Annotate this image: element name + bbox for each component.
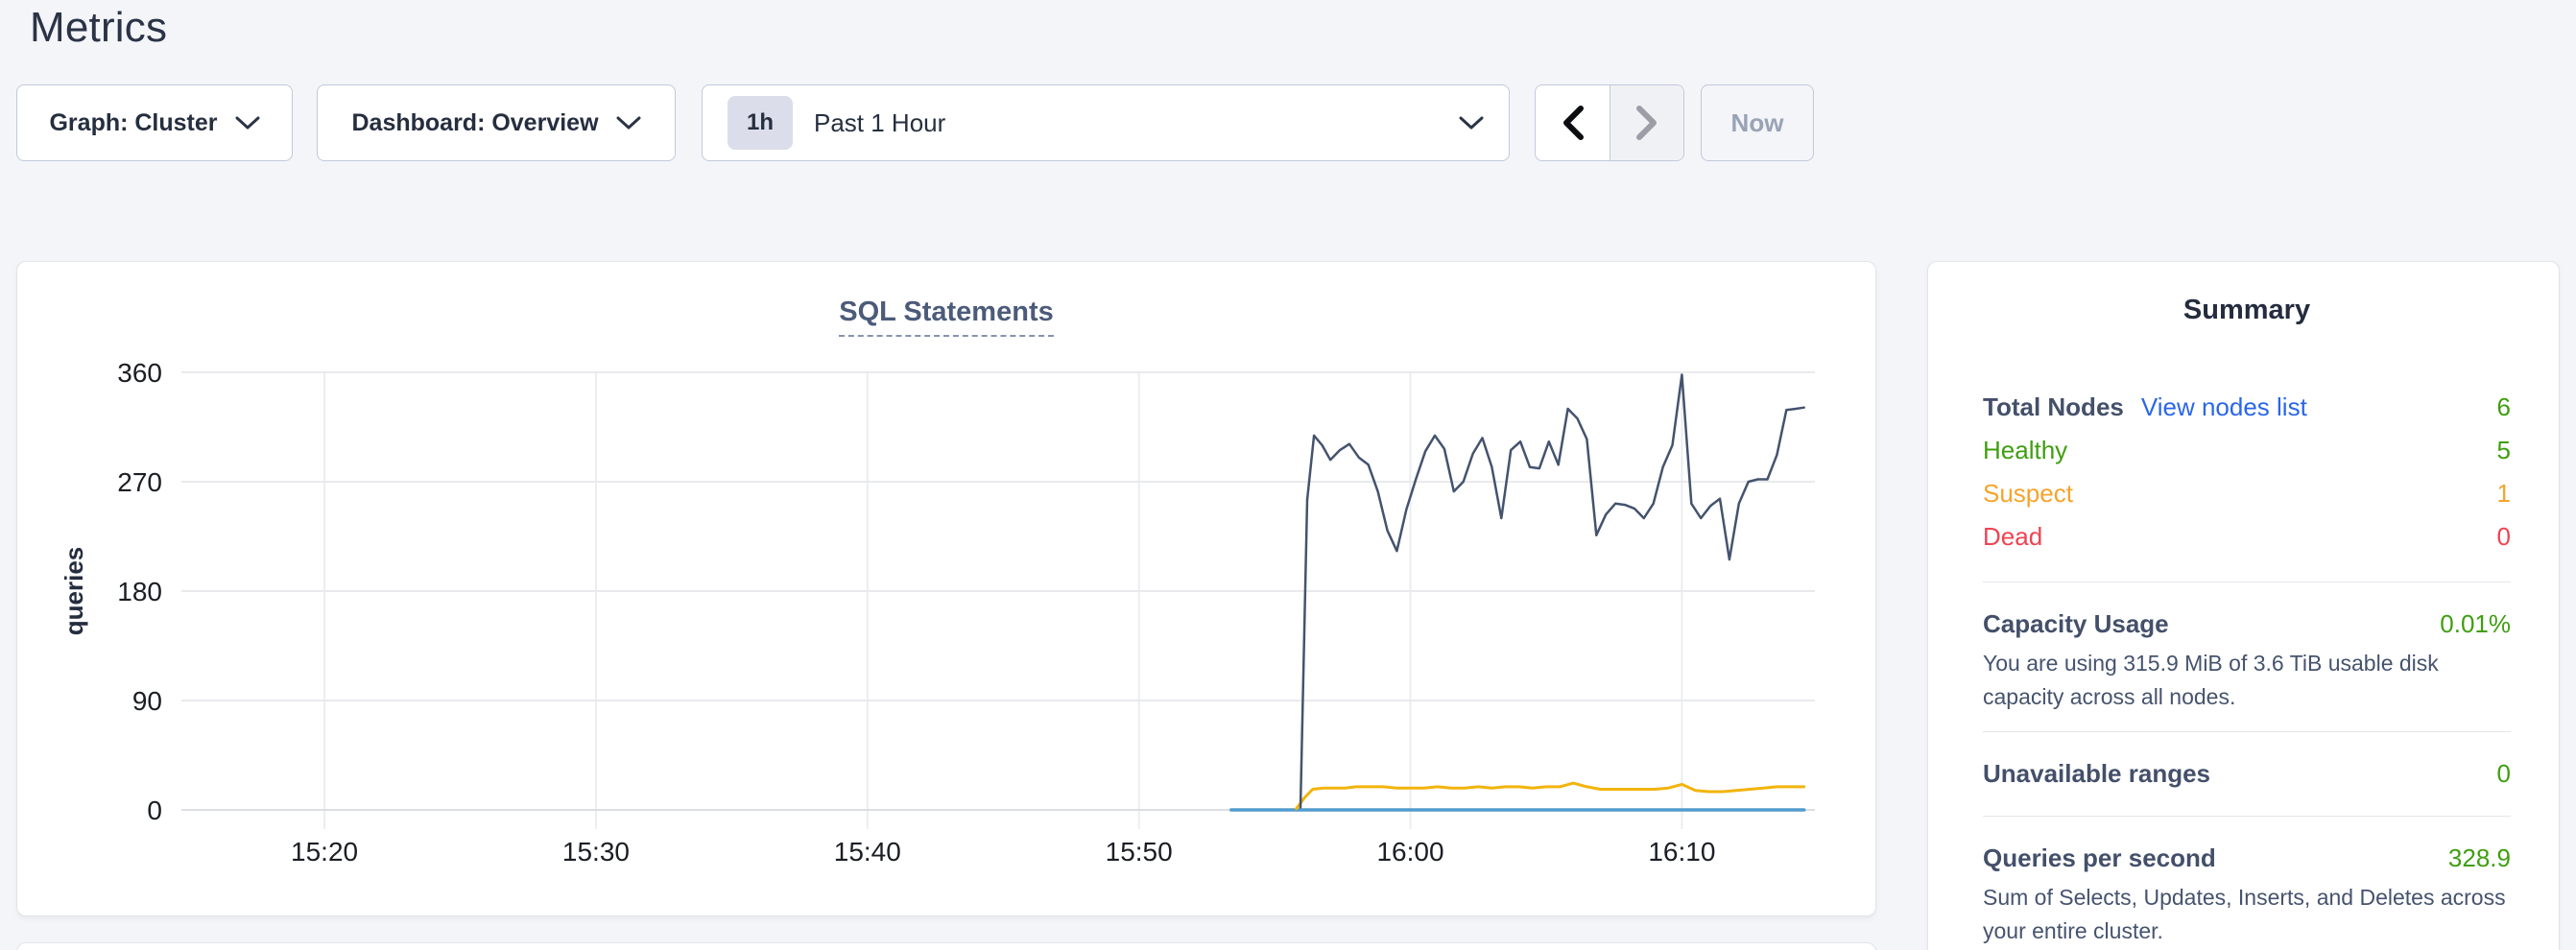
suspect-nodes-row: Suspect 1 — [1983, 472, 2511, 515]
summary-title: Summary — [1983, 295, 2511, 326]
svg-text:queries: queries — [60, 547, 88, 636]
view-nodes-list-link[interactable]: View nodes list — [2141, 392, 2307, 422]
capacity-usage-row: Capacity Usage 0.01% — [1983, 609, 2511, 639]
queries-per-second-value: 328.9 — [2448, 843, 2511, 873]
queries-per-second-description: Sum of Selects, Updates, Inserts, and De… — [1983, 881, 2511, 948]
divider — [1983, 816, 2511, 817]
unavailable-ranges-value: 0 — [2497, 759, 2511, 789]
page-title: Metrics — [30, 4, 167, 52]
sql-statements-chart-card: SQL Statements 0 90 180 270 360 15:20 15:30 15:… — [16, 261, 1876, 916]
chart-title[interactable]: SQL Statements — [839, 297, 1053, 337]
queries-per-second-label: Queries per second — [1983, 843, 2216, 873]
dashboard-dropdown-label: Dashboard: Overview — [351, 109, 598, 137]
dead-label: Dead — [1983, 522, 2042, 552]
unavailable-ranges-row: Unavailable ranges 0 — [1983, 759, 2511, 789]
dead-value: 0 — [2497, 522, 2511, 552]
healthy-label: Healthy — [1983, 436, 2067, 465]
chevron-left-icon — [1561, 104, 1586, 142]
next-timeframe-button[interactable] — [1610, 85, 1683, 160]
next-chart-card — [16, 942, 1876, 950]
summary-panel: Summary Total Nodes View nodes list 6 He… — [1927, 261, 2560, 950]
now-button[interactable]: Now — [1701, 84, 1814, 161]
time-range-label: Past 1 Hour — [814, 108, 945, 138]
unavailable-ranges-label: Unavailable ranges — [1983, 759, 2210, 789]
chevron-down-icon — [1459, 115, 1484, 131]
svg-text:15:50: 15:50 — [1106, 837, 1173, 867]
capacity-usage-label: Capacity Usage — [1983, 609, 2169, 639]
svg-text:16:10: 16:10 — [1648, 837, 1715, 867]
chevron-down-icon — [616, 115, 641, 131]
suspect-value: 1 — [2497, 479, 2511, 509]
time-range-badge: 1h — [727, 96, 793, 150]
capacity-usage-value: 0.01% — [2440, 609, 2511, 639]
time-range-selector[interactable]: 1h Past 1 Hour — [702, 84, 1510, 161]
svg-text:180: 180 — [117, 577, 162, 606]
suspect-label: Suspect — [1983, 479, 2073, 509]
total-nodes-label: Total Nodes — [1983, 392, 2124, 422]
dead-nodes-row: Dead 0 — [1983, 515, 2511, 558]
svg-text:0: 0 — [147, 796, 162, 825]
svg-text:16:00: 16:00 — [1376, 837, 1443, 867]
svg-text:90: 90 — [132, 686, 162, 716]
capacity-usage-description: You are using 315.9 MiB of 3.6 TiB usabl… — [1983, 647, 2511, 714]
time-pager — [1535, 84, 1684, 161]
svg-text:15:40: 15:40 — [834, 837, 901, 867]
divider — [1983, 731, 2511, 732]
previous-timeframe-button[interactable] — [1536, 85, 1610, 160]
healthy-nodes-row: Healthy 5 — [1983, 429, 2511, 472]
dashboard-dropdown[interactable]: Dashboard: Overview — [317, 84, 676, 161]
chevron-right-icon — [1634, 104, 1659, 142]
sql-statements-chart: 0 90 180 270 360 15:20 15:30 15:40 15:50 16:00 16:… — [17, 262, 1877, 917]
svg-text:15:20: 15:20 — [291, 837, 358, 867]
healthy-value: 5 — [2497, 436, 2511, 465]
graph-dropdown[interactable]: Graph: Cluster — [16, 84, 293, 161]
graph-dropdown-label: Graph: Cluster — [49, 109, 217, 137]
total-nodes-value: 6 — [2497, 392, 2511, 422]
queries-per-second-row: Queries per second 328.9 — [1983, 843, 2511, 873]
svg-text:360: 360 — [117, 358, 162, 388]
svg-text:15:30: 15:30 — [562, 837, 630, 867]
svg-text:270: 270 — [117, 467, 162, 497]
chevron-down-icon — [235, 115, 260, 131]
now-button-label: Now — [1731, 108, 1784, 138]
total-nodes-row: Total Nodes View nodes list 6 — [1983, 386, 2511, 429]
